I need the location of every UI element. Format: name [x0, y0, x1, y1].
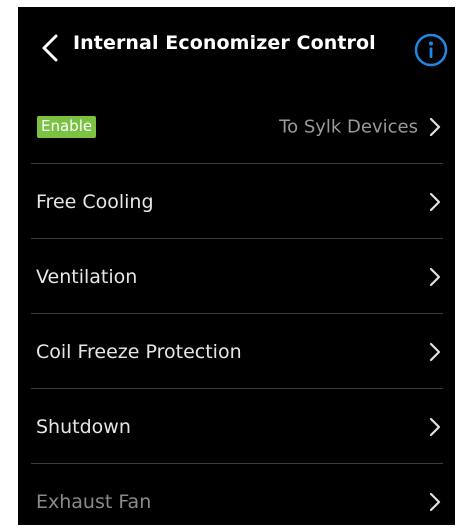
list-item-coil-freeze-protection[interactable]: Coil Freeze Protection [18, 314, 455, 389]
settings-list: Enable To Sylk Devices Free Cooling Vent… [18, 89, 455, 525]
enable-row[interactable]: Enable To Sylk Devices [18, 89, 455, 164]
chevron-right-icon [429, 117, 441, 137]
info-button[interactable] [414, 33, 448, 67]
list-item-exhaust-fan[interactable]: Exhaust Fan [18, 464, 455, 525]
list-item-shutdown[interactable]: Shutdown [18, 389, 455, 464]
list-item-label: Exhaust Fan [36, 490, 152, 513]
list-item-label: Free Cooling [36, 190, 154, 213]
chevron-right-icon [429, 267, 441, 287]
chevron-right-icon [429, 492, 441, 512]
back-button[interactable] [36, 31, 66, 65]
enable-row-value: To Sylk Devices [279, 116, 418, 137]
chevron-right-icon [429, 342, 441, 362]
list-item-ventilation[interactable]: Ventilation [18, 239, 455, 314]
chevron-right-icon [429, 192, 441, 212]
list-item-label: Ventilation [36, 265, 138, 288]
list-item-label: Coil Freeze Protection [36, 340, 242, 363]
economizer-screen: Internal Economizer Control Enable To Sy… [18, 7, 455, 525]
enable-badge: Enable [37, 115, 97, 138]
info-icon [414, 33, 448, 67]
page-title: Internal Economizer Control [73, 32, 376, 54]
list-item-free-cooling[interactable]: Free Cooling [18, 164, 455, 239]
header-bar: Internal Economizer Control [18, 7, 455, 89]
chevron-left-icon [42, 34, 58, 62]
list-item-label: Shutdown [36, 415, 131, 438]
chevron-right-icon [429, 417, 441, 437]
